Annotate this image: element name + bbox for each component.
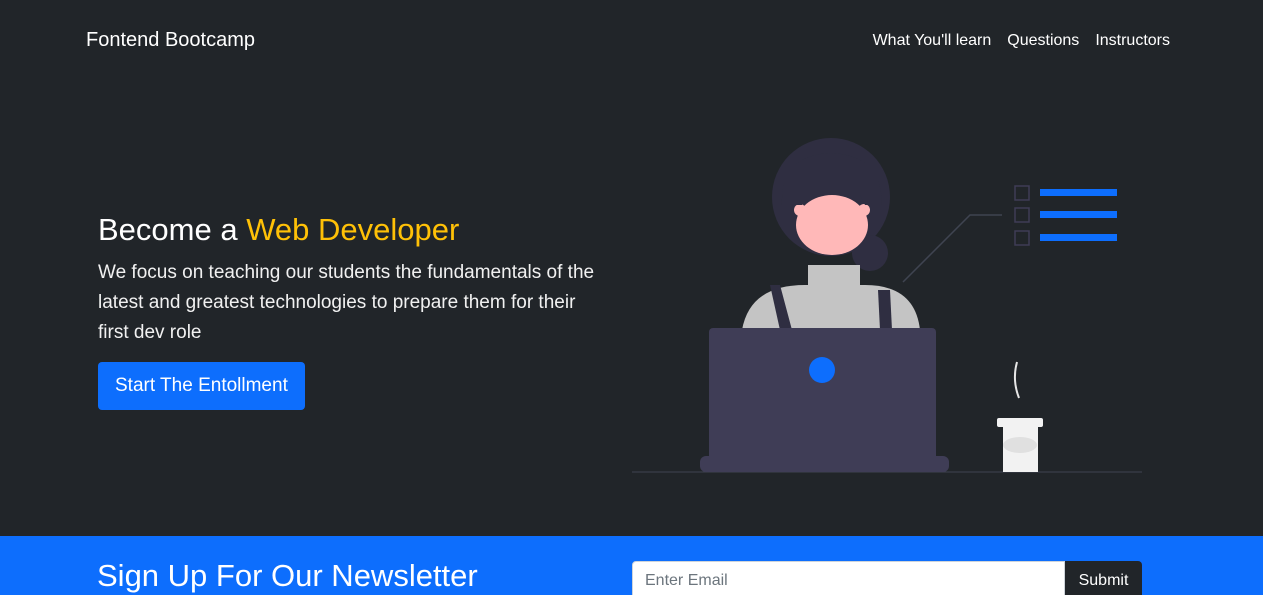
nav-link-questions[interactable]: Questions [1007,32,1079,49]
brand-link[interactable]: Fontend Bootcamp [86,29,255,52]
enroll-button[interactable]: Start The Entollment [98,362,305,410]
newsletter-form: Submit [632,561,1142,595]
email-input[interactable] [632,561,1065,595]
hero-title-accent: Web Developer [246,212,460,247]
nav-link-learn[interactable]: What You'll learn [873,32,992,49]
checklist-graphic [1014,185,1117,246]
nav-item: Questions [1007,32,1079,50]
nav-item: What You'll learn [873,32,992,50]
person-graphic [742,138,920,330]
submit-button[interactable]: Submit [1065,561,1142,595]
newsletter-section: Sign Up For Our Newsletter Submit [0,536,1263,595]
coffee-cup-graphic [997,361,1043,472]
hero-title: Become a Web Developer [98,210,618,250]
nav-link-instructors[interactable]: Instructors [1095,32,1170,49]
newsletter-title: Sign Up For Our Newsletter [97,558,478,593]
hero-lead: We focus on teaching our students the fu… [98,262,595,343]
hero-section: Become a Web Developer We focus on teach… [98,210,618,410]
hero-title-prefix: Become a [98,212,247,247]
nav-item: Instructors [1095,32,1170,50]
developer-illustration [632,138,1142,473]
laptop-graphic [700,328,949,472]
nav-links: What You'll learn Questions Instructors [873,32,1170,50]
navbar: Fontend Bootcamp What You'll learn Quest… [0,0,1263,84]
